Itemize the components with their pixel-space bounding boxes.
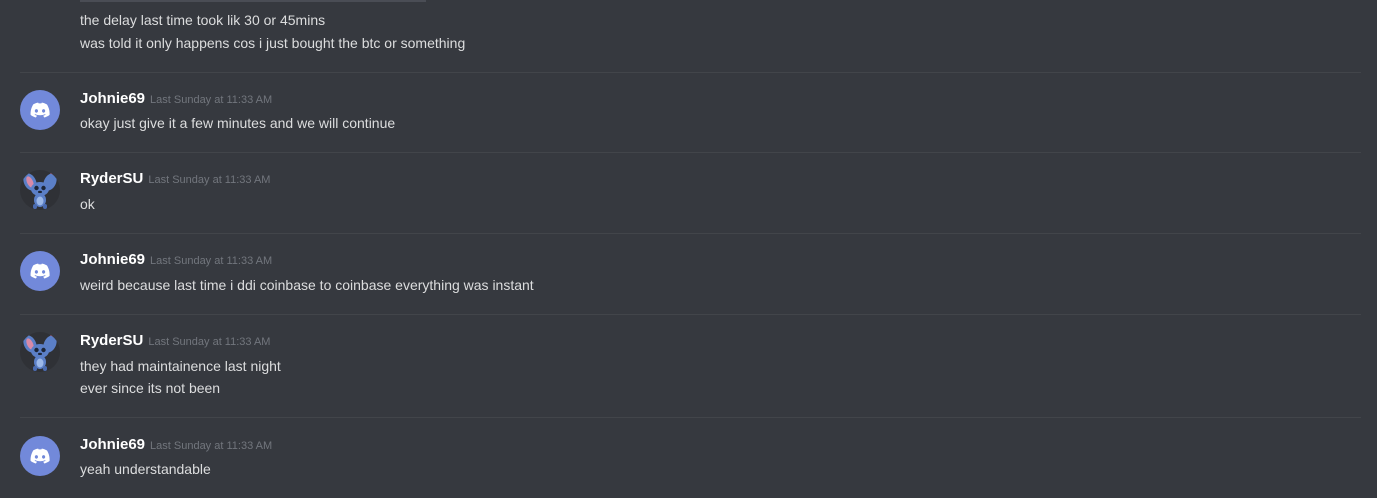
discord-logo-icon[interactable]	[20, 436, 60, 476]
message-text-line: yeah understandable	[80, 461, 211, 477]
message-divider	[20, 417, 1361, 418]
message-divider	[20, 72, 1361, 73]
message-header: Johnie69 Last Sunday at 11:33 AM	[80, 251, 272, 271]
username[interactable]: Johnie69	[80, 90, 145, 107]
username[interactable]: Johnie69	[80, 251, 145, 268]
discord-logo-icon[interactable]	[20, 251, 60, 291]
message-header: RyderSU Last Sunday at 11:33 AM	[80, 332, 270, 352]
message-text-line: ever since its not been	[80, 380, 221, 396]
message-divider	[20, 152, 1361, 153]
stitch-avatar-icon[interactable]	[20, 170, 60, 210]
username[interactable]: RyderSU	[80, 332, 143, 349]
message-divider	[20, 233, 1361, 234]
message-text-line: the delay last time took lik 30 or 45min…	[80, 12, 326, 28]
message-text-line: weird because last time i ddi coinbase t…	[80, 277, 534, 293]
message-text-line: okay just give it a few minutes and we w…	[80, 115, 396, 131]
stitch-avatar-icon[interactable]	[20, 332, 60, 372]
timestamp: Last Sunday at 11:33 AM	[148, 336, 271, 348]
message-header: Johnie69 Last Sunday at 11:33 AM	[80, 436, 272, 456]
message-text-line: they had maintainence last night	[80, 358, 281, 374]
message-header: Johnie69 Last Sunday at 11:33 AM	[80, 90, 272, 110]
username[interactable]: Johnie69	[80, 436, 145, 453]
timestamp: Last Sunday at 11:33 AM	[150, 255, 273, 267]
timestamp: Last Sunday at 11:33 AM	[150, 440, 273, 452]
discord-logo-icon[interactable]	[20, 90, 60, 130]
embed-bottom-edge	[80, 0, 426, 2]
timestamp: Last Sunday at 11:33 AM	[148, 174, 271, 186]
timestamp: Last Sunday at 11:33 AM	[150, 94, 273, 106]
username[interactable]: RyderSU	[80, 170, 143, 187]
chat-message-list: the delay last time took lik 30 or 45min…	[0, 0, 1377, 498]
message-text-line: was told it only happens cos i just boug…	[80, 35, 466, 51]
message-divider	[20, 314, 1361, 315]
message-text-line: ok	[80, 196, 95, 212]
message-header: RyderSU Last Sunday at 11:33 AM	[80, 170, 270, 190]
